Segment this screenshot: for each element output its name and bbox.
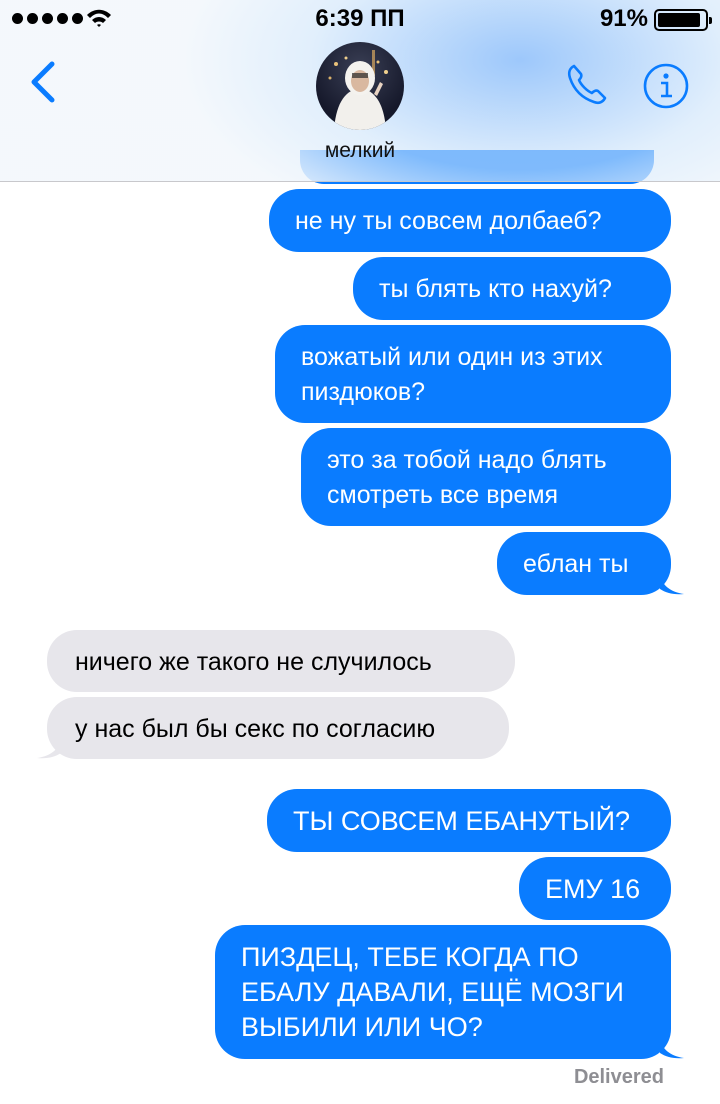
message-text: у нас был бы секс по согласию <box>75 715 436 743</box>
message-bubble-incoming[interactable]: у нас был бы секс по согласию <box>47 697 509 759</box>
contact-name[interactable]: мелкий <box>0 139 720 163</box>
message-bubble-outgoing[interactable]: это за тобой надо блять смотреть все вре… <box>301 428 671 526</box>
message-text: это за тобой надо блять смотреть все вре… <box>327 446 607 509</box>
message-bubble-outgoing[interactable]: еблан ты <box>497 532 671 595</box>
message-bubble-outgoing[interactable]: ЕМУ 16 <box>519 857 671 920</box>
battery-fill <box>658 13 700 27</box>
message-bubble-incoming[interactable]: ничего же такого не случилось <box>47 630 515 692</box>
message-text: еблан ты <box>523 550 629 578</box>
info-icon[interactable] <box>642 62 690 110</box>
message-text: ЕМУ 16 <box>545 874 641 904</box>
avatar-photo <box>328 50 388 130</box>
message-bubble-outgoing[interactable]: ТЫ СОВСЕМ ЕБАНУТЫЙ? <box>267 789 671 852</box>
bubble-tail-icon <box>660 1039 684 1059</box>
battery-percent: 91% <box>599 5 648 32</box>
message-text: ТЫ СОВСЕМ ЕБАНУТЫЙ? <box>293 806 631 836</box>
message-bubble-outgoing[interactable]: не ну ты совсем долбаеб? <box>269 189 671 252</box>
message-text: не ну ты совсем долбаеб? <box>295 207 602 235</box>
status-bar: 6:39 ПП 91% <box>0 0 720 38</box>
back-chevron-icon[interactable] <box>26 60 60 104</box>
battery-icon <box>654 9 712 31</box>
message-bubble-outgoing[interactable]: ПИЗДЕЦ, ТЕБЕ КОГДА ПО ЕБАЛУ ДАВАЛИ, ЕЩЁ … <box>215 925 671 1059</box>
message-text: ПИЗДЕЦ, ТЕБЕ КОГДА ПО ЕБАЛУ ДАВАЛИ, ЕЩЁ … <box>241 942 624 1042</box>
bubble-tail-icon <box>660 575 684 595</box>
message-text: ничего же такого не случилось <box>75 648 432 676</box>
bubble-tail-icon <box>37 739 61 759</box>
delivered-status: Delivered <box>573 1066 664 1088</box>
message-bubble-outgoing[interactable]: вожатый или один из этих пиздюков? <box>275 325 671 423</box>
phone-icon[interactable] <box>562 60 610 108</box>
message-text: вожатый или один из этих пиздюков? <box>301 343 603 406</box>
contact-avatar[interactable] <box>316 42 404 130</box>
message-bubble-outgoing[interactable]: ты блять кто нахуй? <box>353 257 671 320</box>
message-text: ты блять кто нахуй? <box>379 275 612 303</box>
